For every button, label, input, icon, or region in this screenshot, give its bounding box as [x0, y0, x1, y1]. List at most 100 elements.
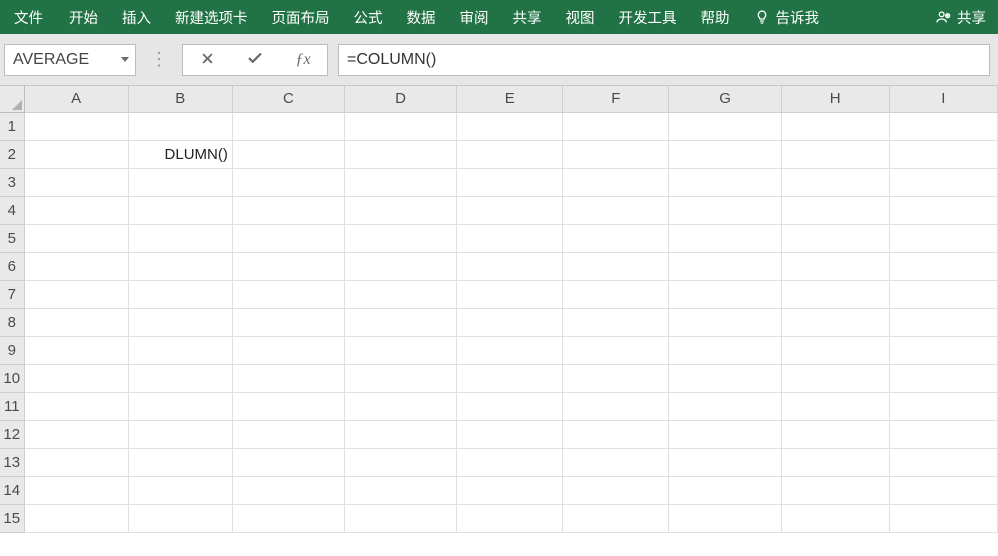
- col-header-E[interactable]: E: [457, 86, 563, 112]
- cell-F14[interactable]: [563, 476, 669, 504]
- cell-I4[interactable]: [889, 196, 997, 224]
- cell-C11[interactable]: [232, 392, 344, 420]
- cell-C2[interactable]: [232, 140, 344, 168]
- tell-me[interactable]: 告诉我: [742, 0, 832, 34]
- cell-I9[interactable]: [889, 336, 997, 364]
- row-header-14[interactable]: 14: [0, 476, 24, 504]
- cell-D7[interactable]: [345, 280, 457, 308]
- cell-E1[interactable]: [457, 112, 563, 140]
- menu-newtab[interactable]: 新建选项卡: [163, 0, 260, 34]
- cell-F5[interactable]: [563, 224, 669, 252]
- cell-H15[interactable]: [781, 504, 889, 532]
- cell-E3[interactable]: [457, 168, 563, 196]
- cell-E13[interactable]: [457, 448, 563, 476]
- cell-H11[interactable]: [781, 392, 889, 420]
- cell-C4[interactable]: [232, 196, 344, 224]
- row-header-15[interactable]: 15: [0, 504, 24, 532]
- row-header-9[interactable]: 9: [0, 336, 24, 364]
- cell-I3[interactable]: [889, 168, 997, 196]
- cell-C12[interactable]: [232, 420, 344, 448]
- col-header-H[interactable]: H: [781, 86, 889, 112]
- cell-D14[interactable]: [345, 476, 457, 504]
- cell-F9[interactable]: [563, 336, 669, 364]
- cell-D15[interactable]: [345, 504, 457, 532]
- cell-F15[interactable]: [563, 504, 669, 532]
- formula-input[interactable]: =COLUMN(): [338, 44, 990, 76]
- cell-H1[interactable]: [781, 112, 889, 140]
- cell-E10[interactable]: [457, 364, 563, 392]
- cell-I14[interactable]: [889, 476, 997, 504]
- cell-E14[interactable]: [457, 476, 563, 504]
- cell-B8[interactable]: [128, 308, 232, 336]
- cell-A1[interactable]: [24, 112, 128, 140]
- row-header-12[interactable]: 12: [0, 420, 24, 448]
- col-header-I[interactable]: I: [889, 86, 997, 112]
- cell-I15[interactable]: [889, 504, 997, 532]
- cell-C7[interactable]: [232, 280, 344, 308]
- row-header-7[interactable]: 7: [0, 280, 24, 308]
- cell-F4[interactable]: [563, 196, 669, 224]
- cell-G12[interactable]: [669, 420, 781, 448]
- cell-A8[interactable]: [24, 308, 128, 336]
- cell-E11[interactable]: [457, 392, 563, 420]
- cell-A15[interactable]: [24, 504, 128, 532]
- cell-H13[interactable]: [781, 448, 889, 476]
- cell-F10[interactable]: [563, 364, 669, 392]
- cell-H4[interactable]: [781, 196, 889, 224]
- cell-A12[interactable]: [24, 420, 128, 448]
- cell-G13[interactable]: [669, 448, 781, 476]
- cell-G1[interactable]: [669, 112, 781, 140]
- name-box-dropdown-icon[interactable]: [121, 57, 129, 62]
- cell-B3[interactable]: [128, 168, 232, 196]
- cell-C10[interactable]: [232, 364, 344, 392]
- cell-H7[interactable]: [781, 280, 889, 308]
- cell-G6[interactable]: [669, 252, 781, 280]
- menu-data[interactable]: 数据: [395, 0, 448, 34]
- row-header-2[interactable]: 2: [0, 140, 24, 168]
- col-header-G[interactable]: G: [669, 86, 781, 112]
- menu-pagelayout[interactable]: 页面布局: [260, 0, 342, 34]
- name-box[interactable]: AVERAGE: [4, 44, 136, 76]
- cell-A2[interactable]: [24, 140, 128, 168]
- cell-C1[interactable]: [232, 112, 344, 140]
- cell-A11[interactable]: [24, 392, 128, 420]
- cell-B12[interactable]: [128, 420, 232, 448]
- menu-insert[interactable]: 插入: [110, 0, 163, 34]
- cell-H10[interactable]: [781, 364, 889, 392]
- cell-E6[interactable]: [457, 252, 563, 280]
- cell-A14[interactable]: [24, 476, 128, 504]
- cell-B14[interactable]: [128, 476, 232, 504]
- cell-D6[interactable]: [345, 252, 457, 280]
- cell-I13[interactable]: [889, 448, 997, 476]
- cell-H14[interactable]: [781, 476, 889, 504]
- cell-A9[interactable]: [24, 336, 128, 364]
- cell-I1[interactable]: [889, 112, 997, 140]
- cell-C6[interactable]: [232, 252, 344, 280]
- menu-share-tab[interactable]: 共享: [501, 0, 554, 34]
- cell-H5[interactable]: [781, 224, 889, 252]
- cell-G11[interactable]: [669, 392, 781, 420]
- cancel-formula-button[interactable]: [183, 45, 231, 75]
- cell-E4[interactable]: [457, 196, 563, 224]
- cell-E12[interactable]: [457, 420, 563, 448]
- cell-F13[interactable]: [563, 448, 669, 476]
- cell-I7[interactable]: [889, 280, 997, 308]
- cell-H9[interactable]: [781, 336, 889, 364]
- cell-D3[interactable]: [345, 168, 457, 196]
- cell-B9[interactable]: [128, 336, 232, 364]
- row-header-5[interactable]: 5: [0, 224, 24, 252]
- cell-I10[interactable]: [889, 364, 997, 392]
- cell-F3[interactable]: [563, 168, 669, 196]
- cell-C15[interactable]: [232, 504, 344, 532]
- cell-G3[interactable]: [669, 168, 781, 196]
- cell-C9[interactable]: [232, 336, 344, 364]
- cell-A10[interactable]: [24, 364, 128, 392]
- cell-A3[interactable]: [24, 168, 128, 196]
- share-button[interactable]: 共享: [923, 0, 998, 34]
- cell-H6[interactable]: [781, 252, 889, 280]
- cell-F8[interactable]: [563, 308, 669, 336]
- cell-B13[interactable]: [128, 448, 232, 476]
- cell-H3[interactable]: [781, 168, 889, 196]
- cell-E2[interactable]: [457, 140, 563, 168]
- cell-F6[interactable]: [563, 252, 669, 280]
